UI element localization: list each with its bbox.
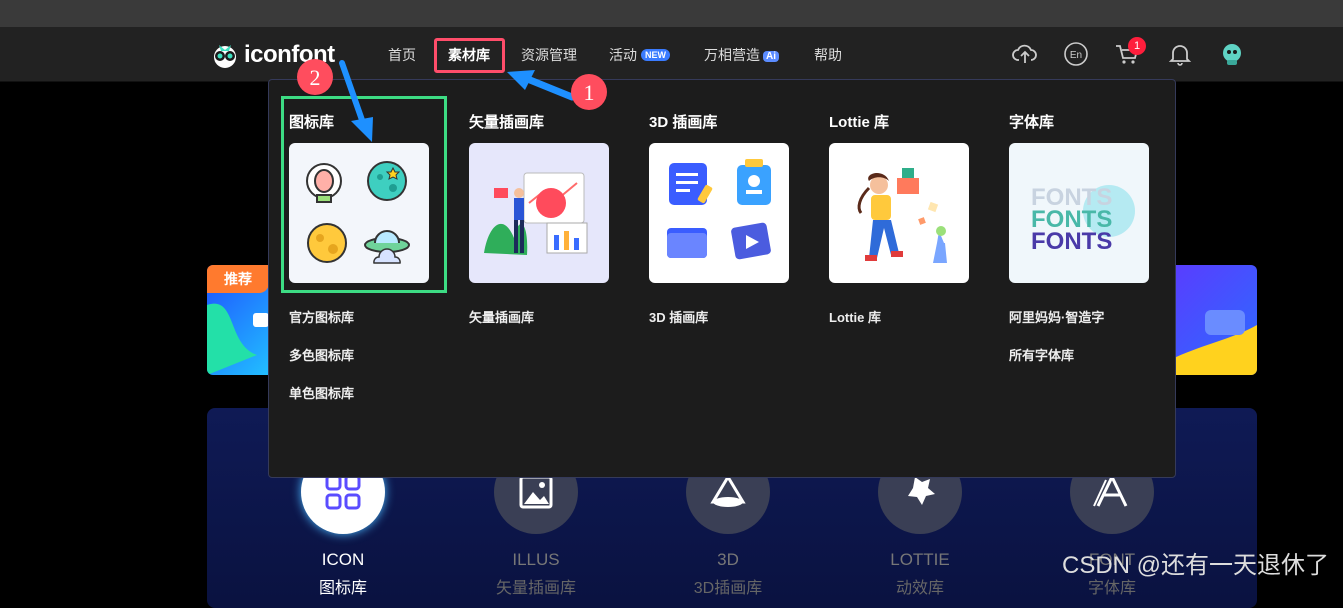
logo[interactable]: iconfont [210,41,335,69]
category-title: 3D [717,550,739,569]
new-badge: NEW [641,49,670,61]
category-title: ICON [321,550,365,569]
fonts-preview-image[interactable]: FONTS FONTS FONTS [1009,143,1149,283]
link-official-icons[interactable]: 官方图标库 [289,307,354,326]
link-all-fonts[interactable]: 所有字体库 [1009,345,1074,364]
fonts-preview-art: FONTS FONTS FONTS [1031,184,1135,255]
banner-right[interactable] [1170,265,1257,375]
category-subtitle: 矢量插画库 [495,580,576,597]
link-3d-illustrations[interactable]: 3D 插画库 [649,307,708,326]
category-title: LOTTIE [890,550,950,569]
font-a-icon [1093,473,1128,507]
image-icon [519,475,553,509]
avatar[interactable] [1219,41,1245,67]
banner-right-art [1170,310,1257,375]
grid-icon [325,474,361,510]
link-multicolor-icons[interactable]: 多色图标库 [289,345,354,364]
link-vector-illustrations[interactable]: 矢量插画库 [469,307,534,326]
highlight-materials-box [434,38,505,73]
vector-preview-art [484,172,588,255]
highlight-icon-library-box [281,96,447,293]
link-lottie[interactable]: Lottie 库 [829,307,881,326]
cart-count-badge: 1 [1128,37,1146,55]
lottie-preview-art [857,168,947,263]
vector-preview-image[interactable] [469,143,609,283]
column-title[interactable]: 矢量插画库 [469,111,544,132]
svg-text:En: En [1070,50,1082,61]
3d-preview-image[interactable] [649,143,789,283]
category-subtitle: 图标库 [318,580,367,597]
nav-home[interactable]: 首页 [388,45,416,65]
nav-activities-label: 活动 [609,47,637,63]
nav-wanxiang-label: 万相营造 [704,47,760,63]
column-title[interactable]: Lottie 库 [829,111,889,132]
browser-chrome [0,0,1343,27]
fonts-preview-word: FONTS [1031,228,1112,255]
3d-preview-art [667,159,771,260]
watermark: CSDN @还有一天退休了 [1062,552,1330,579]
logo-icon [214,45,236,68]
language-icon[interactable]: En [1063,41,1089,67]
link-alimama-font[interactable]: 阿里妈妈·智造字 [1009,307,1104,326]
column-title[interactable]: 字体库 [1009,111,1054,132]
nav-resource-management[interactable]: 资源管理 [521,45,577,65]
lottie-preview-image[interactable] [829,143,969,283]
link-monochrome-icons[interactable]: 单色图标库 [289,383,354,402]
column-title[interactable]: 3D 插画库 [649,111,717,132]
nav-wanxiang[interactable]: 万相营造 Ai [704,45,779,65]
recommend-tag: 推荐 [207,265,269,293]
nav-activities[interactable]: 活动 NEW [609,45,670,65]
splash-icon [908,477,935,505]
upload-icon[interactable] [1012,41,1038,67]
bell-icon[interactable] [1167,41,1193,67]
logo-text: iconfont [244,41,335,68]
category-subtitle: 动效库 [895,580,944,597]
cone-icon [710,474,746,507]
category-subtitle: 3D插画库 [693,580,763,597]
top-nav: iconfont 首页 素材库 资源管理 活动 NEW 万相营造 Ai 帮助 [0,27,1343,82]
ai-badge: Ai [763,51,779,62]
category-title: ILLUS [512,550,560,569]
nav-help[interactable]: 帮助 [814,45,842,65]
